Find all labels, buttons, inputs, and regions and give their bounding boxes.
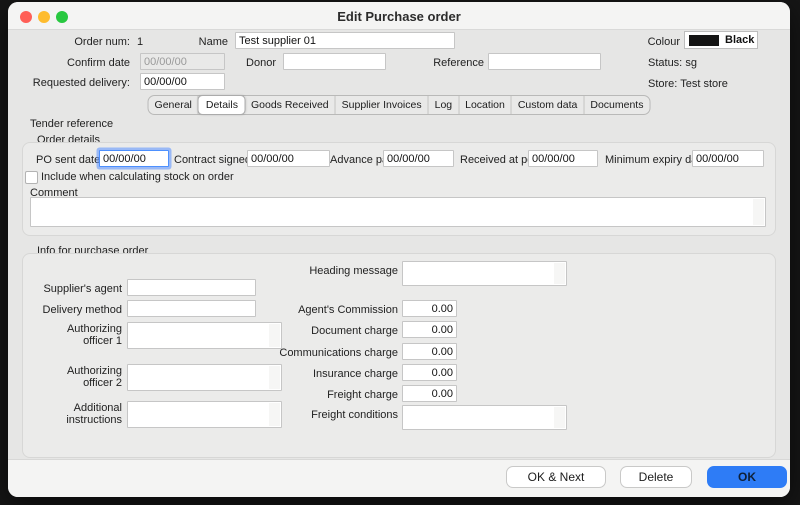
po-sent-date-label: PO sent date <box>36 154 100 166</box>
reference-input[interactable] <box>488 53 601 70</box>
insurance-charge-input[interactable] <box>402 364 457 381</box>
tab-log[interactable]: Log <box>429 96 460 114</box>
minimum-expiry-date-input[interactable] <box>692 150 764 167</box>
include-stock-checkbox-label: Include when calculating stock on order <box>41 171 234 183</box>
heading-message-box[interactable] <box>402 261 567 286</box>
freight-conditions-label: Freight conditions <box>258 409 398 421</box>
ok-and-next-button[interactable]: OK & Next <box>506 466 606 488</box>
document-charge-label: Document charge <box>258 325 398 337</box>
po-sent-date-input[interactable] <box>99 150 169 167</box>
colour-label: Colour <box>608 36 680 48</box>
communications-charge-label: Communications charge <box>258 347 398 359</box>
reference-label: Reference <box>408 57 484 69</box>
agents-commission-label: Agent's Commission <box>258 304 398 316</box>
donor-label: Donor <box>208 57 276 69</box>
colour-popup[interactable]: Black <box>684 31 758 49</box>
order-num-label: Order num: <box>28 36 130 48</box>
tab-details[interactable]: Details <box>198 95 246 115</box>
freight-conditions-box[interactable] <box>402 405 567 430</box>
status-line: Status: sg <box>648 57 697 69</box>
tab-custom-data[interactable]: Custom data <box>512 96 585 114</box>
status-value: sg <box>685 57 697 69</box>
colour-value: Black <box>725 34 754 46</box>
store-line: Store: Test store <box>648 78 728 90</box>
edit-purchase-order-window: Edit Purchase order Order num: 1 Name Co… <box>8 2 790 497</box>
tender-reference-label: Tender reference <box>30 118 113 130</box>
authorizing-officer-1-label: Authorizing officer 1 <box>42 323 122 347</box>
tab-location[interactable]: Location <box>459 96 512 114</box>
order-num-value: 1 <box>137 36 143 48</box>
agents-commission-input[interactable] <box>402 300 457 317</box>
delete-button[interactable]: Delete <box>620 466 692 488</box>
delivery-method-label: Delivery method <box>32 304 122 316</box>
requested-delivery-input[interactable] <box>140 73 225 90</box>
status-label: Status: <box>648 57 682 69</box>
colour-swatch <box>689 35 719 46</box>
tab-goods-received[interactable]: Goods Received <box>245 96 336 114</box>
received-at-port-input[interactable] <box>528 150 598 167</box>
title-bar: Edit Purchase order <box>8 2 790 30</box>
advance-paid-input[interactable] <box>383 150 454 167</box>
requested-delivery-label: Requested delivery: <box>18 77 130 89</box>
comment-textarea[interactable] <box>30 197 766 227</box>
name-label: Name <box>178 36 228 48</box>
ok-button[interactable]: OK <box>707 466 787 488</box>
tab-general[interactable]: General <box>149 96 199 114</box>
footer-bar: OK & Next Delete OK <box>8 459 790 497</box>
name-input[interactable] <box>235 32 455 49</box>
window-title: Edit Purchase order <box>8 9 790 24</box>
insurance-charge-label: Insurance charge <box>258 368 398 380</box>
suppliers-agent-label: Supplier's agent <box>32 283 122 295</box>
store-label: Store: <box>648 78 677 90</box>
freight-charge-input[interactable] <box>402 385 457 402</box>
heading-message-label: Heading message <box>258 265 398 277</box>
communications-charge-input[interactable] <box>402 343 457 360</box>
store-value: Test store <box>680 78 728 90</box>
freight-charge-label: Freight charge <box>258 389 398 401</box>
contract-signed-date-input[interactable] <box>247 150 330 167</box>
donor-input[interactable] <box>283 53 386 70</box>
include-stock-checkbox[interactable] <box>25 171 38 184</box>
authorizing-officer-2-label: Authorizing officer 2 <box>42 365 122 389</box>
delivery-method-input[interactable] <box>127 300 256 317</box>
document-charge-input[interactable] <box>402 321 457 338</box>
tab-bar: General Details Goods Received Supplier … <box>148 95 651 115</box>
suppliers-agent-input[interactable] <box>127 279 256 296</box>
tab-supplier-invoices[interactable]: Supplier Invoices <box>336 96 429 114</box>
additional-instructions-label: Additional instructions <box>42 402 122 426</box>
confirm-date-label: Confirm date <box>28 57 130 69</box>
tab-documents[interactable]: Documents <box>584 96 649 114</box>
